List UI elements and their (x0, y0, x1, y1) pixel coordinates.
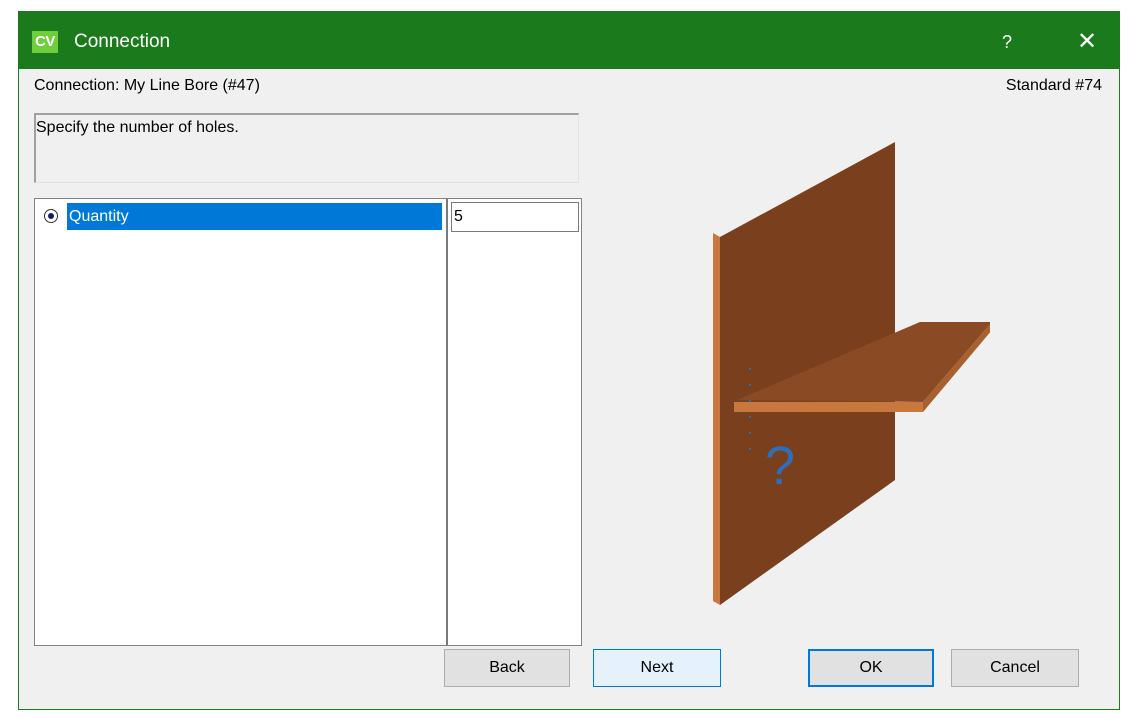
property-grid[interactable]: Quantity (34, 198, 582, 646)
property-row-quantity[interactable]: Quantity (35, 202, 581, 232)
connection-illustration (713, 142, 990, 605)
help-button[interactable]: ? (987, 24, 1027, 60)
description-box: Specify the number of holes. (34, 113, 579, 183)
standard-label: Standard #74 (1005, 77, 1102, 94)
radio-selected-icon[interactable] (44, 209, 58, 223)
description-text: Specify the number of holes. (36, 119, 239, 136)
close-button[interactable]: ✕ (1065, 24, 1109, 60)
title-bar[interactable]: CV Connection ? ✕ (19, 12, 1119, 69)
app-logo-icon: CV (32, 31, 58, 53)
back-button[interactable]: Back (444, 649, 570, 687)
cancel-button[interactable]: Cancel (951, 649, 1079, 687)
next-button[interactable]: Next (593, 649, 721, 687)
ok-button[interactable]: OK (808, 649, 934, 687)
window-title: Connection (74, 31, 171, 52)
property-name-quantity[interactable]: Quantity (67, 203, 442, 230)
connection-label: Connection: My Line Bore (#47) (34, 77, 260, 94)
shelf-front-edge (734, 402, 923, 412)
question-mark-icon: ? (765, 436, 796, 496)
vertical-panel-edge (713, 233, 720, 605)
grid-column-divider[interactable] (446, 199, 448, 645)
quantity-input[interactable] (451, 202, 579, 232)
